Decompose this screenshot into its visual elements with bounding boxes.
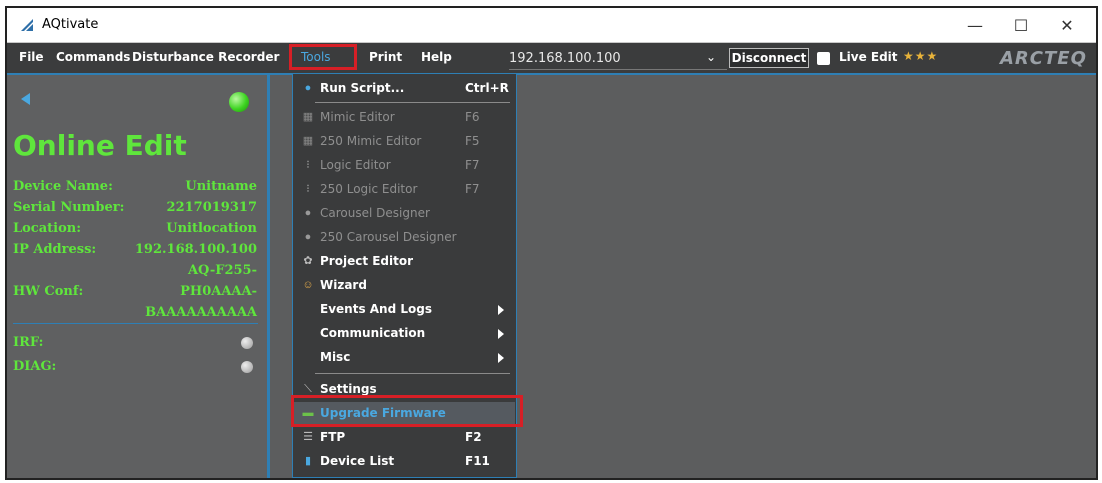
submenu-arrow-icon xyxy=(498,353,504,363)
settings-icon: ⟍ xyxy=(304,383,312,395)
menu-item-misc[interactable]: Misc xyxy=(293,346,516,370)
menu-item-wizard[interactable]: ☺ Wizard xyxy=(293,274,516,298)
carousel-icon: ● xyxy=(304,231,312,243)
menu-item-project-editor[interactable]: ✿ Project Editor xyxy=(293,250,516,274)
app-window: AQtivate — ☐ ✕ File Commands Disturbance… xyxy=(5,6,1098,480)
ip-address-label: IP Address: xyxy=(13,242,97,257)
menu-item-logic-editor[interactable]: ⁝ Logic Editor F7 xyxy=(293,154,516,178)
back-arrow-icon[interactable] xyxy=(21,93,30,105)
online-edit-title: Online Edit xyxy=(13,129,187,162)
diag-label: DIAG: xyxy=(13,359,57,374)
script-icon: ● xyxy=(304,82,312,94)
menu-item-events-and-logs[interactable]: Events And Logs xyxy=(293,298,516,322)
mimic-icon: ▦ xyxy=(302,111,314,123)
menu-item-250-logic-editor[interactable]: ⁝ 250 Logic Editor F7 xyxy=(293,178,516,202)
aqtivate-logo-icon xyxy=(21,19,33,31)
hw-conf-value-line-2: PH0AAAA- xyxy=(180,284,257,299)
hw-conf-label: HW Conf: xyxy=(13,284,84,299)
irf-indicator-icon xyxy=(241,337,253,349)
title-bar: AQtivate — ☐ ✕ xyxy=(7,8,1096,43)
upgrade-firmware-highlight-box xyxy=(291,395,523,427)
mimic-icon: ▦ xyxy=(302,135,314,147)
menu-bar: File Commands Disturbance Recorder Tools… xyxy=(7,43,1096,75)
hw-conf-value-line-3: BAAAAAAAAAA xyxy=(145,305,257,320)
arcteq-logo: ARCTEQ xyxy=(1000,48,1087,69)
close-button[interactable]: ✕ xyxy=(1044,8,1090,42)
menu-print[interactable]: Print xyxy=(369,50,402,64)
logic-icon: ⁝ xyxy=(306,183,310,195)
menu-disturbance-recorder[interactable]: Disturbance Recorder xyxy=(132,50,279,64)
window-title: AQtivate xyxy=(42,17,99,32)
hw-conf-value-line-1: AQ-F255- xyxy=(187,263,257,278)
menu-item-ftp[interactable]: ☰ FTP F2 xyxy=(293,426,516,450)
device-name-value: Unitname xyxy=(185,179,257,194)
gear-icon: ✿ xyxy=(303,255,313,267)
menu-item-250-mimic-editor[interactable]: ▦ 250 Mimic Editor F5 xyxy=(293,130,516,154)
tools-highlight-box xyxy=(289,44,357,70)
device-list-icon: ▮ xyxy=(304,455,312,467)
live-edit-label: Live Edit xyxy=(839,50,898,64)
connection-status-led-icon xyxy=(229,92,249,112)
diag-indicator-icon xyxy=(241,361,253,373)
maximize-button[interactable]: ☐ xyxy=(998,8,1044,42)
panel-divider xyxy=(13,323,258,324)
wizard-icon: ☺ xyxy=(302,279,314,291)
menu-separator xyxy=(315,102,510,103)
menu-item-device-list[interactable]: ▮ Device List F11 xyxy=(293,450,516,474)
menu-item-run-script[interactable]: ● Run Script... Ctrl+R xyxy=(293,77,516,101)
ip-address-combo[interactable]: 192.168.100.100 xyxy=(509,51,727,70)
menu-commands[interactable]: Commands xyxy=(56,50,130,64)
live-edit-stars: ★★★ xyxy=(903,49,939,63)
menu-item-250-carousel-designer[interactable]: ● 250 Carousel Designer xyxy=(293,226,516,250)
disconnect-button[interactable]: Disconnect xyxy=(729,48,809,68)
ip-address-value: 192.168.100.100 xyxy=(134,242,257,257)
logic-icon: ⁝ xyxy=(306,159,310,171)
serial-number-label: Serial Number: xyxy=(13,200,125,215)
submenu-arrow-icon xyxy=(498,329,504,339)
minimize-button[interactable]: — xyxy=(952,8,998,42)
device-name-label: Device Name: xyxy=(13,179,113,194)
menu-separator xyxy=(315,373,510,374)
menu-file[interactable]: File xyxy=(19,50,44,64)
location-value: Unitlocation xyxy=(166,221,257,236)
menu-item-communication[interactable]: Communication xyxy=(293,322,516,346)
menu-help[interactable]: Help xyxy=(421,50,452,64)
menu-item-mimic-editor[interactable]: ▦ Mimic Editor F6 xyxy=(293,106,516,130)
chevron-down-icon[interactable]: ⌄ xyxy=(706,50,716,64)
submenu-arrow-icon xyxy=(498,305,504,315)
ftp-icon: ☰ xyxy=(303,431,313,443)
device-info-panel: Online Edit Device Name: Unitname Serial… xyxy=(7,75,270,478)
menu-item-carousel-designer[interactable]: ● Carousel Designer xyxy=(293,202,516,226)
location-label: Location: xyxy=(13,221,82,236)
carousel-icon: ● xyxy=(304,207,312,219)
serial-number-value: 2217019317 xyxy=(166,200,257,215)
live-edit-checkbox[interactable] xyxy=(817,52,830,65)
irf-label: IRF: xyxy=(13,335,44,350)
